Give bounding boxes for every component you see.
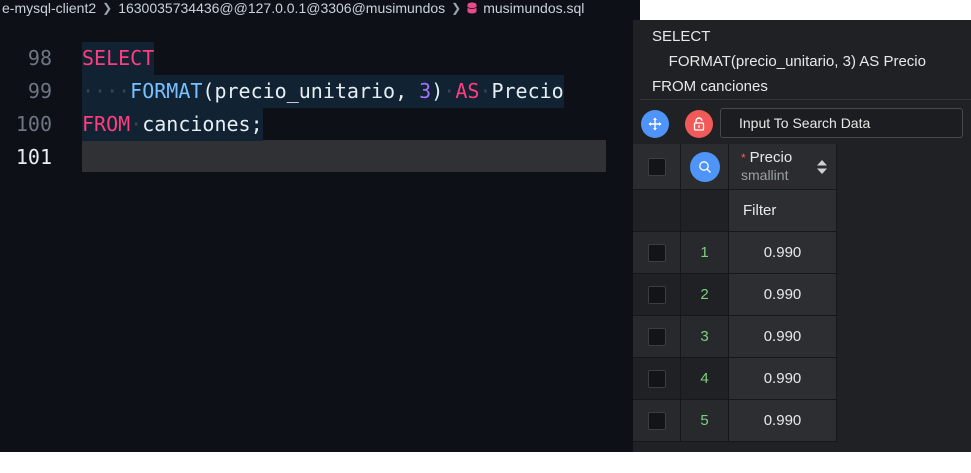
code-token: SELECT [82, 46, 155, 70]
code-token: Precio [491, 79, 564, 103]
table-row[interactable]: 1 0.990 [633, 232, 837, 274]
select-all-cell [633, 144, 681, 190]
line-number: 98 [27, 46, 52, 70]
search-data-input[interactable]: Input To Search Data [720, 108, 963, 138]
code-text: FROM·canciones; [82, 108, 263, 141]
unlock-button[interactable] [685, 110, 713, 138]
cell-precio[interactable]: 0.990 [729, 400, 837, 442]
row-checkbox[interactable] [647, 285, 666, 304]
select-all-checkbox[interactable] [647, 157, 666, 176]
table-row[interactable]: 2 0.990 [633, 274, 837, 316]
line-number: 100 [15, 112, 52, 136]
result-grid: * Precio smallint Filter 1 0.990 2 0.990 3 0.9… [633, 144, 837, 442]
move-icon [648, 117, 662, 131]
table-row[interactable]: 3 0.990 [633, 316, 837, 358]
line-number: 101 [15, 145, 52, 169]
code-token: AS [455, 79, 480, 103]
row-number: 4 [681, 358, 729, 400]
chevron-right-icon: ❯ [102, 1, 113, 15]
column-name: Precio [749, 149, 793, 166]
code-token: (precio_unitario, [202, 79, 420, 103]
breadcrumb-segment[interactable]: 1630035734436@@127.0.0.1@3306@musimundos [118, 0, 445, 24]
query-line: FORMAT(precio_unitario, 3) AS Precio [652, 53, 926, 70]
row-checkbox[interactable] [647, 411, 666, 430]
code-token: canciones; [142, 112, 263, 136]
code-line[interactable]: 99 ····FORMAT(precio_unitario, 3)·AS·Prec… [0, 75, 640, 108]
unlock-icon [693, 117, 705, 131]
code-text: SELECT [82, 42, 155, 75]
code-token: 3 [419, 79, 432, 103]
row-checkbox[interactable] [647, 369, 666, 388]
code-line[interactable]: 101 [0, 141, 640, 174]
search-cell [681, 144, 729, 190]
result-toolbar: Input To Search Data [633, 108, 971, 140]
row-number: 2 [681, 274, 729, 316]
query-line: FROM canciones [652, 78, 768, 95]
sort-icon[interactable] [816, 159, 828, 175]
table-row[interactable]: 4 0.990 [633, 358, 837, 400]
result-panel: SELECT FORMAT(precio_unitario, 3) AS Pre… [633, 20, 971, 452]
code-token: ···· [82, 79, 131, 103]
breadcrumb: e-mysql-client2 ❯ 1630035734436@@127.0.0… [0, 0, 640, 24]
code-text: ····FORMAT(precio_unitario, 3)·AS·Precio [82, 75, 564, 108]
breadcrumb-segment[interactable]: musimundos.sql [483, 0, 584, 24]
search-icon [698, 160, 711, 173]
filter-input[interactable]: Filter [729, 190, 837, 232]
code-editor[interactable]: e-mysql-client2 ❯ 1630035734436@@127.0.0… [0, 0, 640, 452]
code-lines[interactable]: 98 SELECT 99 ····FORMAT(precio_unitario, 3)… [0, 42, 640, 174]
row-number: 5 [681, 400, 729, 442]
code-token: ) [431, 79, 444, 103]
breadcrumb-segment[interactable]: e-mysql-client2 [2, 0, 96, 24]
search-button[interactable] [689, 151, 720, 182]
code-token: FORMAT [130, 79, 203, 103]
filter-row: Filter [633, 190, 837, 232]
code-line[interactable]: 100 FROM·canciones; [0, 108, 640, 141]
code-line[interactable]: 98 SELECT [0, 42, 640, 75]
code-token: · [443, 79, 456, 103]
code-token: · [479, 79, 492, 103]
query-text: SELECT FORMAT(precio_unitario, 3) AS Pre… [640, 20, 971, 100]
code-token: · [130, 112, 143, 136]
row-number: 3 [681, 316, 729, 358]
cell-precio[interactable]: 0.990 [729, 274, 837, 316]
required-marker: * [741, 151, 746, 165]
row-checkbox[interactable] [647, 327, 666, 346]
row-checkbox[interactable] [647, 243, 666, 262]
code-token: FROM [82, 112, 131, 136]
move-button[interactable] [641, 110, 669, 138]
grid-header-row: * Precio smallint [633, 144, 837, 190]
column-type: smallint [741, 167, 789, 183]
line-number: 99 [27, 79, 52, 103]
row-number: 1 [681, 232, 729, 274]
query-line: SELECT [652, 28, 711, 45]
cell-precio[interactable]: 0.990 [729, 316, 837, 358]
chevron-right-icon: ❯ [451, 1, 462, 15]
table-row[interactable]: 5 0.990 [633, 400, 837, 442]
database-icon [467, 2, 477, 14]
cell-precio[interactable]: 0.990 [729, 232, 837, 274]
column-header-precio[interactable]: * Precio smallint [729, 144, 837, 190]
cell-precio[interactable]: 0.990 [729, 358, 837, 400]
